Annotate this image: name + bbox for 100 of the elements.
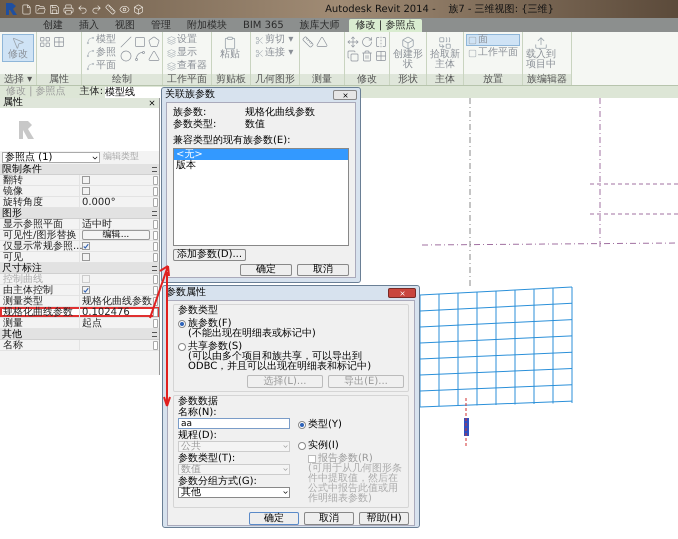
redo-icon[interactable] <box>91 4 102 14</box>
arc-icon[interactable] <box>148 50 160 62</box>
array-icon[interactable] <box>375 50 388 62</box>
checkbox[interactable] <box>308 454 316 462</box>
scissors-icon[interactable] <box>255 36 264 44</box>
ribbon-tab[interactable]: 视图 <box>108 19 142 32</box>
ribbon-tab[interactable]: 族库大师 <box>292 19 347 32</box>
panel-title: 几何图形 <box>251 74 300 85</box>
ribbon-button[interactable]: 面 <box>466 34 520 46</box>
copy-icon[interactable] <box>347 50 360 62</box>
save-icon[interactable] <box>49 4 60 14</box>
ribbon-button[interactable]: 工作平面 <box>466 47 520 59</box>
pointer-icon[interactable] <box>11 36 25 50</box>
rotate-icon[interactable] <box>361 36 374 48</box>
ok-button[interactable]: 确定 <box>240 264 292 276</box>
folder-icon[interactable] <box>35 4 46 14</box>
spline-icon[interactable] <box>134 50 146 62</box>
view-icon[interactable] <box>119 4 130 14</box>
type-dropdown[interactable]: 数值 <box>178 464 290 475</box>
check-icon <box>83 286 89 294</box>
group-dropdown[interactable]: 其他 <box>178 487 290 498</box>
radio-button[interactable] <box>178 320 186 328</box>
scissors-icon[interactable] <box>255 48 264 58</box>
checkbox[interactable] <box>82 253 90 261</box>
export-button[interactable]: 导出(E)... <box>328 375 404 388</box>
curve-icon[interactable] <box>86 36 96 44</box>
ribbon-tab[interactable]: 创建 <box>36 19 70 32</box>
ribbon-tab[interactable]: 附加模块 <box>180 19 234 32</box>
checkbox[interactable] <box>82 187 90 195</box>
ribbon-button[interactable]: 显示 <box>165 47 210 59</box>
checkbox[interactable] <box>82 242 90 250</box>
discipline-dropdown[interactable]: 公共 <box>178 441 290 452</box>
list-item[interactable]: 版本 <box>174 160 348 171</box>
polygon-icon[interactable] <box>148 36 160 48</box>
curve-icon[interactable] <box>86 48 96 58</box>
checkbox[interactable] <box>82 286 90 294</box>
cancel-button[interactable]: 取消 <box>304 512 354 525</box>
plane-icon[interactable] <box>167 62 176 70</box>
ribbon-button[interactable]: 设置 <box>165 34 210 46</box>
ribbon-tab[interactable]: BIM 365 <box>236 19 291 32</box>
ribbon-button[interactable]: 剪切 ▾ <box>253 34 296 46</box>
type-selector[interactable]: 参照点 (1) <box>2 152 100 163</box>
select-button[interactable]: 选择(L)... <box>247 375 323 388</box>
rectangle-icon[interactable] <box>134 36 146 48</box>
circle-icon[interactable] <box>120 50 132 62</box>
list-item[interactable]: <无> <box>174 149 348 160</box>
ribbon-tab[interactable]: 管理 <box>144 19 178 32</box>
collapse-icon[interactable] <box>152 210 157 216</box>
curve-icon[interactable] <box>86 62 96 70</box>
line-icon[interactable] <box>120 36 132 48</box>
close-icon[interactable] <box>148 99 156 107</box>
section-header[interactable]: 其他 <box>2 328 22 340</box>
ribbon-tab[interactable]: 插入 <box>72 19 106 32</box>
checkbox[interactable] <box>82 176 90 184</box>
square-icon[interactable] <box>468 36 478 44</box>
radio-button[interactable] <box>178 342 186 350</box>
square-icon[interactable] <box>468 48 478 58</box>
box-icon[interactable] <box>401 36 416 50</box>
ribbon-button[interactable]: 载入到项目中 <box>525 34 558 72</box>
radio-button[interactable] <box>298 442 306 450</box>
ok-button[interactable]: 确定 <box>249 512 299 525</box>
ribbon-button[interactable]: 模型 <box>84 34 118 46</box>
name-input[interactable]: aa <box>178 418 290 429</box>
collapse-icon[interactable] <box>152 266 157 270</box>
cancel-button[interactable]: 取消 <box>297 264 349 276</box>
parameter-button[interactable] <box>153 341 158 350</box>
print-icon[interactable] <box>63 4 74 14</box>
clipboard-icon[interactable] <box>223 36 238 50</box>
ribbon-button[interactable]: 创建形状 <box>392 34 424 72</box>
pick-icon[interactable] <box>438 36 452 50</box>
undo-icon[interactable] <box>77 4 88 14</box>
upload-icon[interactable] <box>534 36 548 50</box>
collapse-icon[interactable] <box>152 166 157 172</box>
new-file-icon[interactable] <box>21 4 32 14</box>
dimension-icon[interactable] <box>302 36 314 48</box>
plane-icon[interactable] <box>167 48 176 58</box>
close-button[interactable] <box>333 90 357 100</box>
section-header[interactable]: 图形 <box>2 208 22 218</box>
radio-button[interactable] <box>298 420 306 428</box>
help-button[interactable]: 帮助(H) <box>359 512 409 525</box>
ribbon-button[interactable]: 粘贴 <box>214 34 246 62</box>
properties-icon[interactable] <box>39 36 52 48</box>
add-parameter-button[interactable]: 添加参数(D)... <box>173 249 246 261</box>
mirror-icon[interactable] <box>375 36 388 48</box>
ribbon-button[interactable]: 连接 ▾ <box>253 47 296 59</box>
edit-button[interactable]: 编辑... <box>82 230 150 240</box>
ribbon-tab[interactable]: 修改 | 参照点 <box>348 19 422 32</box>
ribbon-button[interactable]: 修改 <box>2 34 34 62</box>
angle-icon[interactable] <box>316 36 328 48</box>
type-properties-icon[interactable] <box>53 36 66 48</box>
delete-icon[interactable] <box>361 50 374 62</box>
ribbon-button[interactable]: 查看器 <box>165 60 210 72</box>
close-button[interactable] <box>388 288 416 298</box>
move-icon[interactable] <box>347 36 360 48</box>
collapse-icon[interactable] <box>152 332 157 336</box>
ribbon-button[interactable]: 平面 <box>84 60 118 72</box>
ribbon-button[interactable]: 拾取新主体 <box>429 34 462 72</box>
plane-icon[interactable] <box>167 36 176 44</box>
ribbon-button[interactable]: 参照 <box>84 47 118 59</box>
measure-icon[interactable] <box>105 4 116 14</box>
